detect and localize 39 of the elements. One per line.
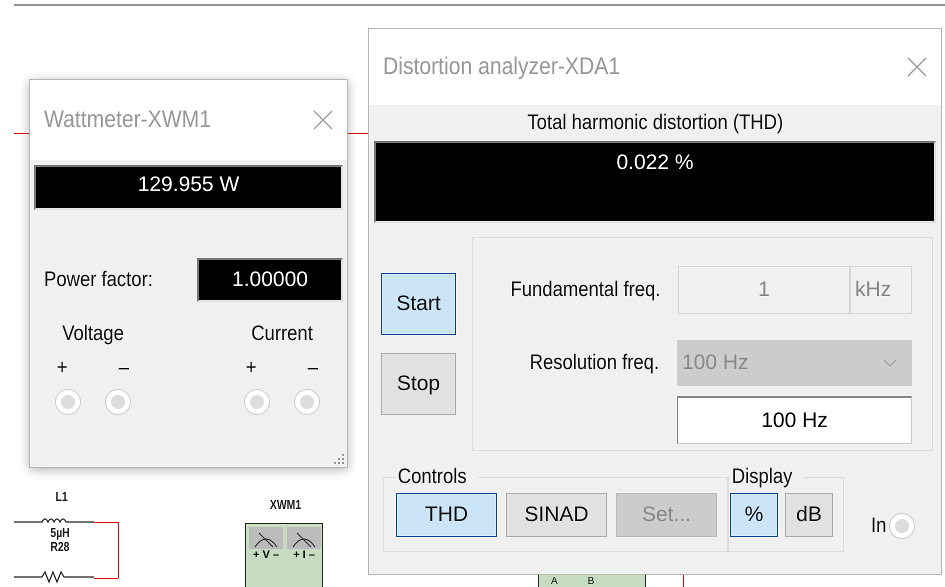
window-title: Wattmeter-XWM1 [44,106,212,134]
component-label: XWM1 [270,498,302,511]
terminal-icon[interactable] [56,390,80,414]
component-label: L1 [56,490,68,503]
display-label: Display [730,465,794,489]
power-factor-label: Power factor: [44,268,153,292]
terminal-icon[interactable] [890,514,914,538]
wattmeter-symbol: + V – + I – [245,523,323,587]
terminal-group-label: Current [251,322,313,346]
terminal-group-label: Voltage [62,322,124,346]
plus-sign: + [56,356,68,380]
power-factor-display: 1.00000 [197,258,343,302]
close-icon[interactable] [313,110,333,130]
stop-button[interactable]: Stop [381,353,456,415]
chevron-down-icon [883,359,897,367]
resize-grip-icon[interactable] [333,453,345,465]
plus-sign: + [246,356,257,380]
controls-label: Controls [396,465,468,489]
unit-button[interactable]: dB [785,493,833,537]
component-label: R28 [50,540,70,553]
terminal-icon[interactable] [245,390,269,414]
input-label: In [871,514,886,538]
window-title: Distortion analyzer-XDA1 [383,53,620,81]
minus-sign: – [119,356,130,380]
resolution-value-field[interactable]: 100 Hz [677,396,912,444]
component-value: 5µH [50,526,70,539]
thd-display: 0.022 % [374,141,936,223]
resolution-freq-label: Resolution freq. [530,351,659,375]
thd-heading: Total harmonic distortion (THD) [527,111,783,135]
terminal-icon[interactable] [295,390,319,414]
close-icon[interactable] [907,57,927,77]
minus-sign: – [308,356,318,380]
mode-button[interactable]: SINAD [506,493,607,537]
unit-button[interactable]: % [730,493,778,537]
start-button[interactable]: Start [381,273,456,335]
fundamental-freq-label: Fundamental freq. [510,278,660,302]
terminal-icon[interactable] [106,390,130,414]
power-display: 129.955 W [34,165,343,210]
mode-button[interactable]: THD [396,493,497,537]
